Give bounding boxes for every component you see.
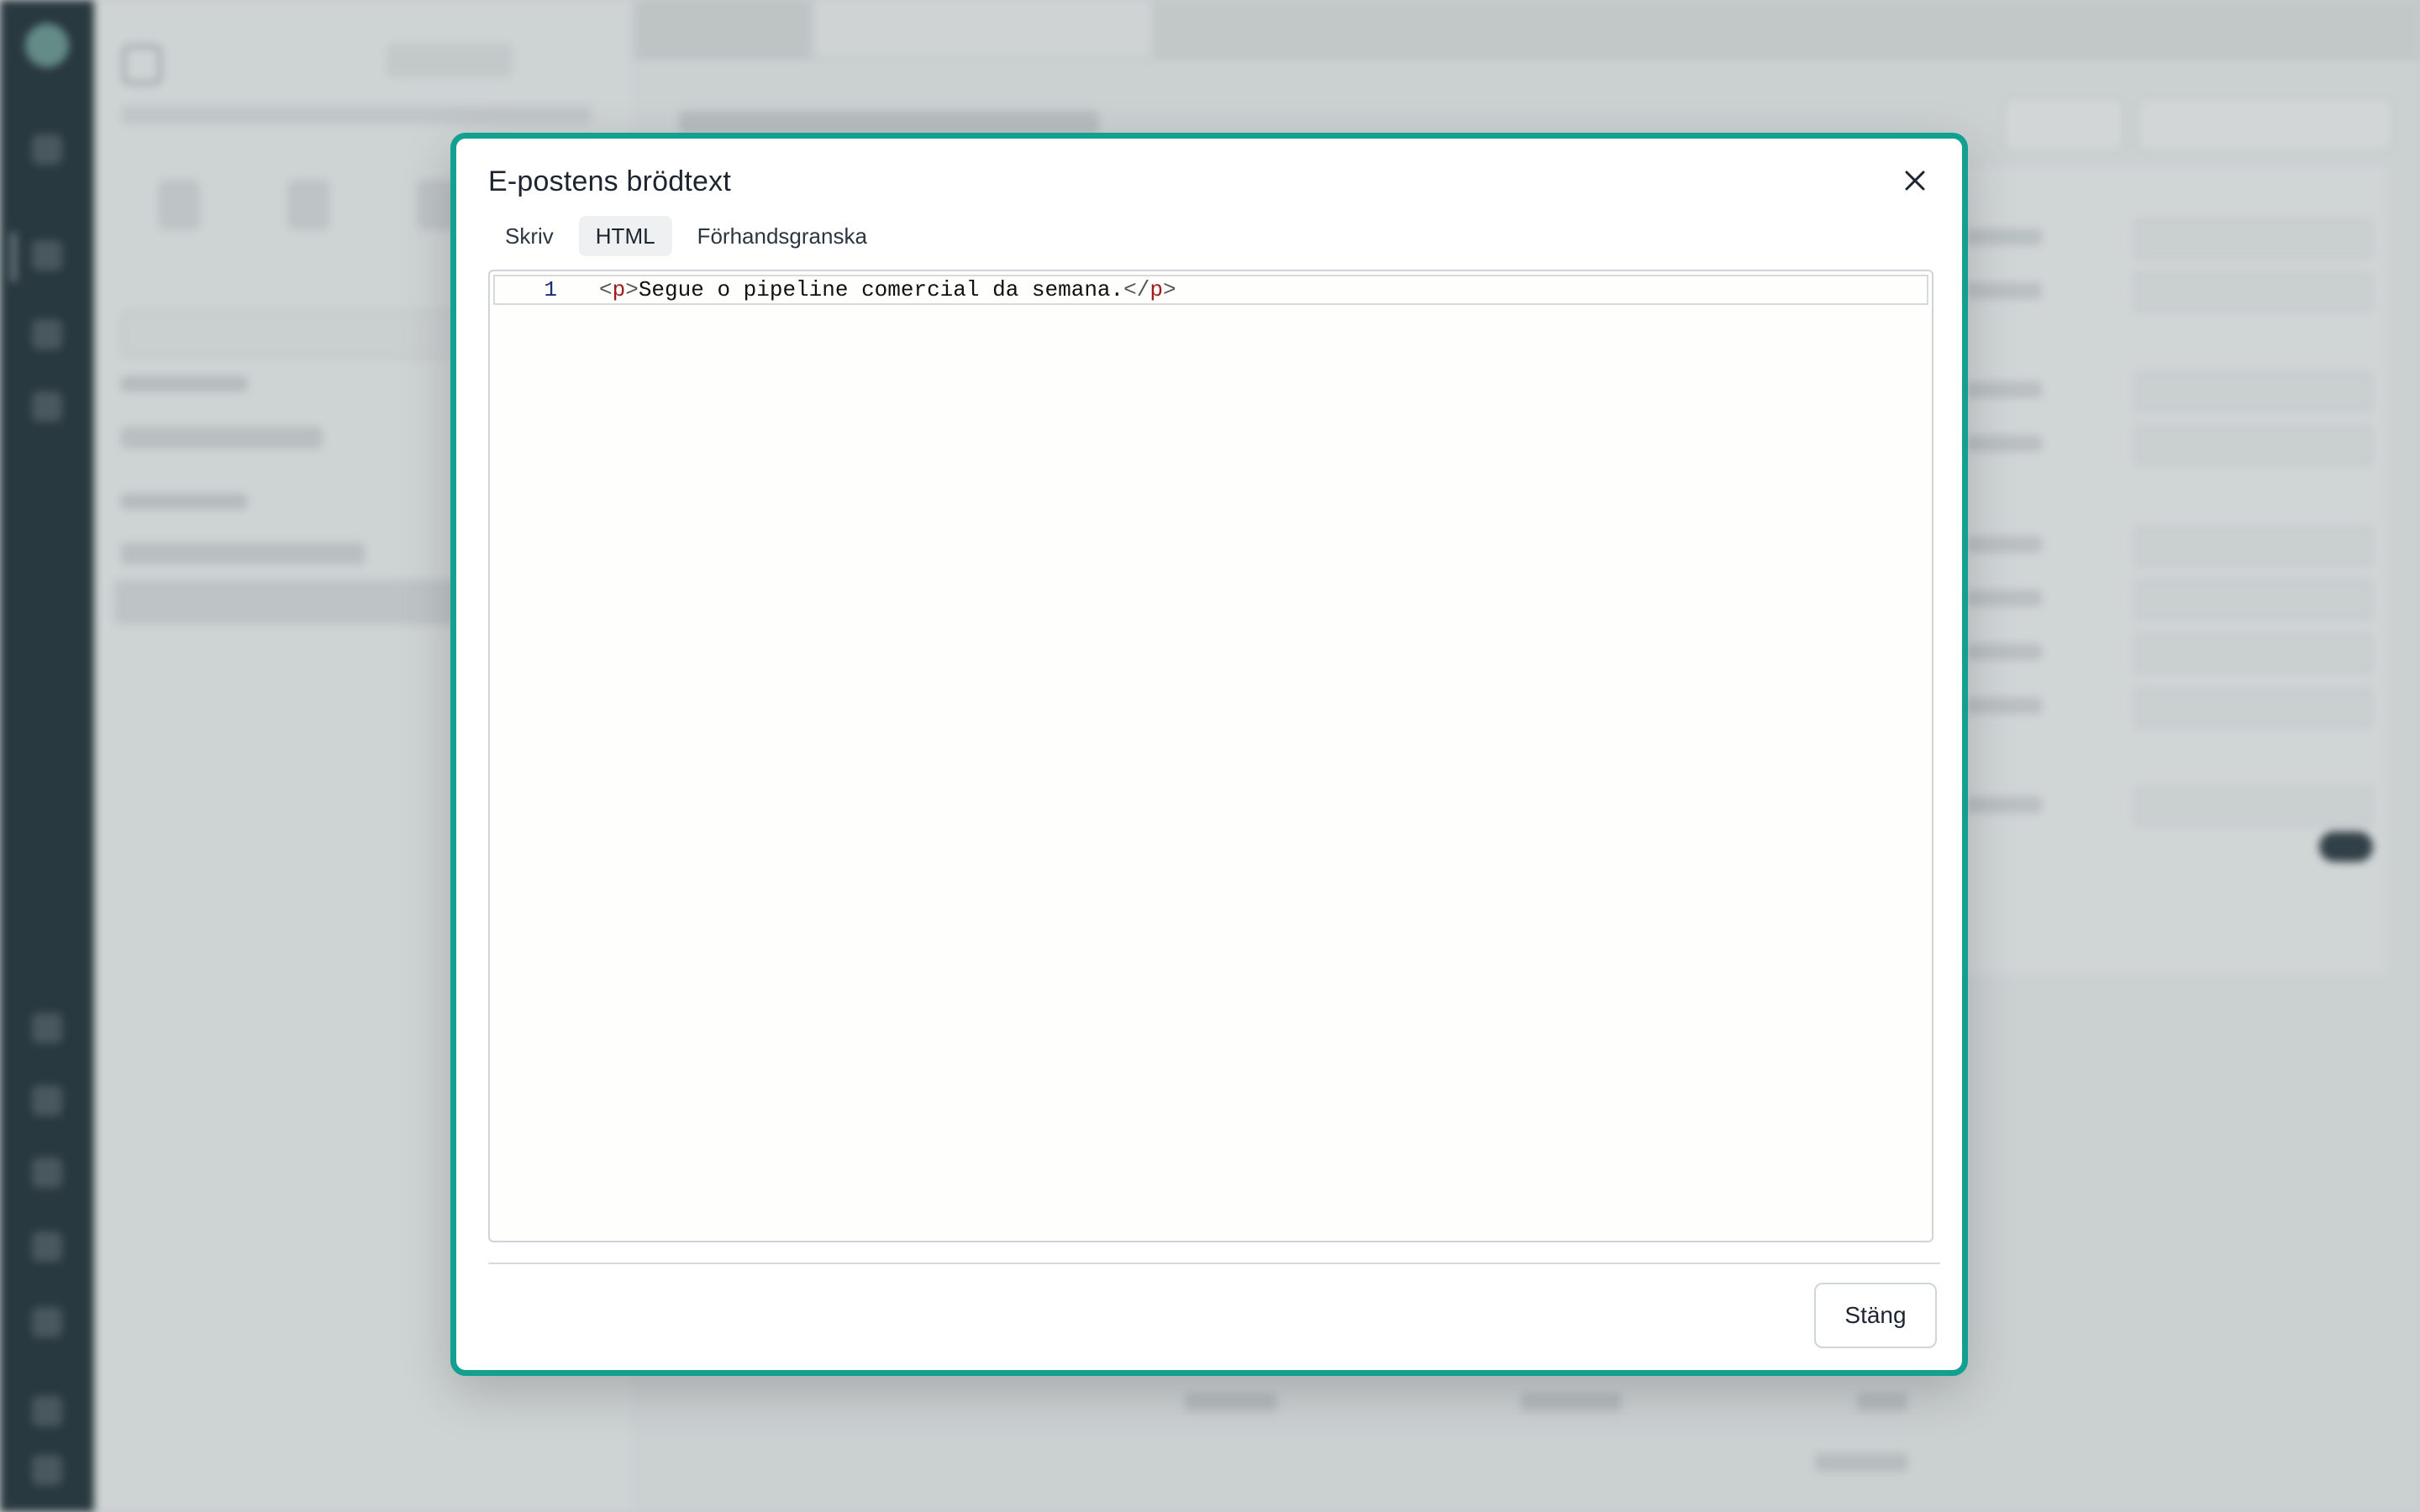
email-body-dialog: E-postens brödtext Skriv HTML Förhandsgr…	[450, 133, 1968, 1376]
html-code-editor[interactable]: 1 <p>Segue o pipeline comercial da seman…	[488, 270, 1933, 1242]
code-bracket: </	[1123, 277, 1150, 302]
line-number: 1	[544, 277, 557, 302]
tab-html[interactable]: HTML	[578, 216, 672, 256]
code-line[interactable]: <p>Segue o pipeline comercial da semana.…	[599, 275, 1176, 305]
code-bracket: >	[625, 277, 639, 302]
close-icon[interactable]	[1898, 164, 1932, 197]
code-text: Segue o pipeline comercial da semana.	[638, 277, 1124, 302]
code-bracket: <	[599, 277, 613, 302]
close-button[interactable]: Stäng	[1814, 1283, 1937, 1348]
tab-write[interactable]: Skriv	[488, 216, 571, 256]
dialog-title: E-postens brödtext	[488, 165, 731, 197]
code-bracket: >	[1162, 277, 1176, 302]
tab-preview[interactable]: Förhandsgranska	[681, 216, 884, 256]
code-tag: p	[1150, 277, 1163, 302]
code-tag: p	[612, 277, 626, 302]
editor-tabs: Skriv HTML Förhandsgranska	[488, 216, 884, 258]
footer-divider	[488, 1263, 1940, 1264]
